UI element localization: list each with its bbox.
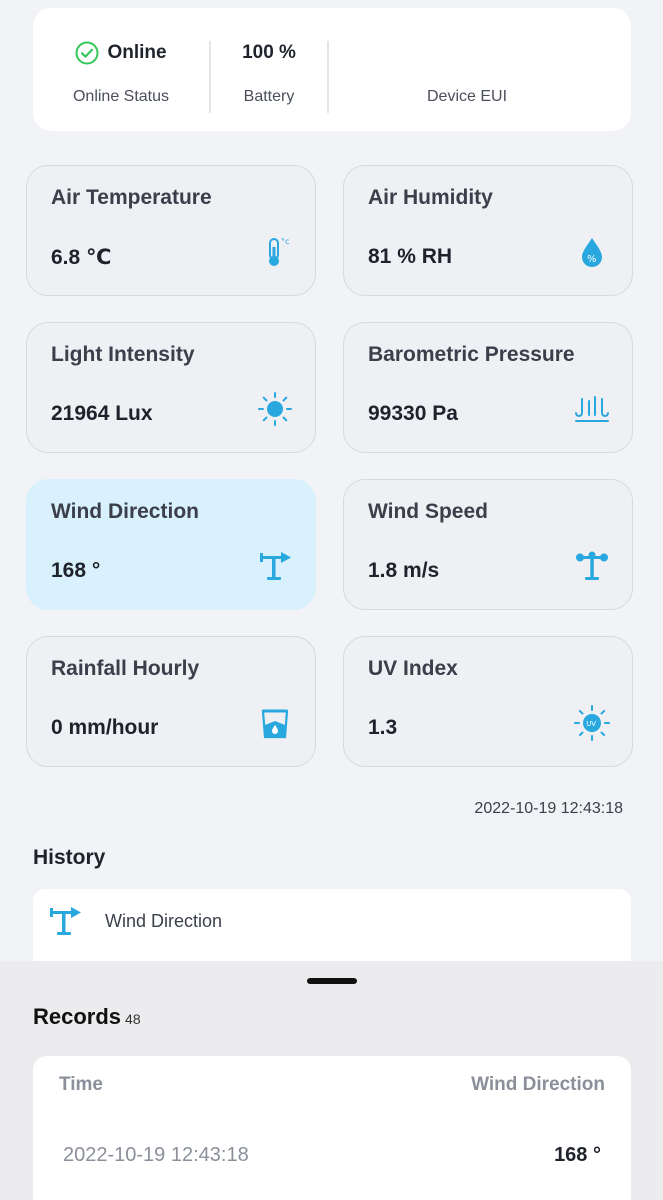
records-count: 48 [125,1011,141,1027]
wind-direction-tile[interactable]: Wind Direction 168 ° [26,479,316,610]
check-circle-icon [75,41,99,65]
records-table: Time Wind Direction 2022-10-19 12:43:18 … [33,1056,631,1200]
tile-value: 6.8 ℃ [51,246,112,269]
wind-vane-icon [260,552,291,580]
tile-value: 81 % RH [368,245,453,268]
wind-speed-tile[interactable]: Wind Speed 1.8 m/s [343,479,633,610]
last-updated-timestamp: 2022-10-19 12:43:18 [474,800,623,817]
wind-vane-icon [50,907,81,935]
humidity-drop-icon: % [582,238,602,267]
svg-text:°c: °c [281,237,289,246]
barometric-pressure-tile[interactable]: Barometric Pressure 99330 Pa [343,322,633,453]
tile-title: Barometric Pressure [368,343,575,366]
tile-value: 99330 Pa [368,402,458,425]
battery-status: 100 % Battery [211,8,327,131]
tile-title: Wind Direction [51,500,199,523]
tile-title: Air Humidity [368,186,493,209]
online-status: Online Online Status [33,8,209,131]
device-eui-label: Device EUI [426,88,508,105]
records-bottom-sheet: Records 48 Time Wind Direction 2022-10-19… [0,961,663,1200]
history-metric-label: Wind Direction [105,911,223,931]
tile-value: 1.3 [368,716,398,739]
rain-gauge-icon [261,709,289,739]
svg-text:%: % [587,254,597,265]
uv-index-tile[interactable]: UV Index 1.3 UV [343,636,633,767]
history-title: History [33,846,106,869]
record-time: 2022-10-19 12:43:18 [63,1144,249,1166]
light-intensity-tile[interactable]: Light Intensity 21964 Lux [26,322,316,453]
history-metric-selector[interactable]: Wind Direction [33,889,631,969]
svg-text:UV: UV [586,720,596,728]
tile-title: Air Temperature [51,186,212,209]
pressure-icon [575,396,609,422]
tile-title: Light Intensity [51,343,195,366]
tile-title: Wind Speed [368,500,488,523]
uv-sun-icon: UV [574,705,610,741]
tile-value: 168 ° [51,559,101,582]
battery-value: 100 % [242,42,296,63]
thermometer-icon: °c [269,237,289,266]
column-header-value: Wind Direction [471,1074,605,1095]
anemometer-icon [576,551,608,580]
sun-icon [258,392,292,426]
record-value: 168 ° [554,1144,601,1166]
air-temperature-tile[interactable]: Air Temperature 6.8 ℃ °c [26,165,316,296]
column-header-time: Time [59,1074,104,1095]
records-title: Records 48 [33,1004,141,1030]
air-humidity-tile[interactable]: Air Humidity 81 % RH % [343,165,633,296]
tile-value: 1.8 m/s [368,559,440,582]
sheet-drag-handle[interactable] [307,978,357,984]
online-status-value: Online [107,42,167,63]
device-status-card: Online Online Status 100 % Battery Devic… [33,8,631,131]
rainfall-hourly-tile[interactable]: Rainfall Hourly 0 mm/hour [26,636,316,767]
tile-value: 0 mm/hour [51,716,159,739]
device-eui: Device EUI [329,8,605,131]
online-status-label: Online Status [72,88,170,105]
tile-title: UV Index [368,657,458,680]
tile-value: 21964 Lux [51,402,153,425]
battery-label: Battery [243,88,295,105]
records-title-text: Records [33,1004,122,1029]
tile-title: Rainfall Hourly [51,657,200,680]
